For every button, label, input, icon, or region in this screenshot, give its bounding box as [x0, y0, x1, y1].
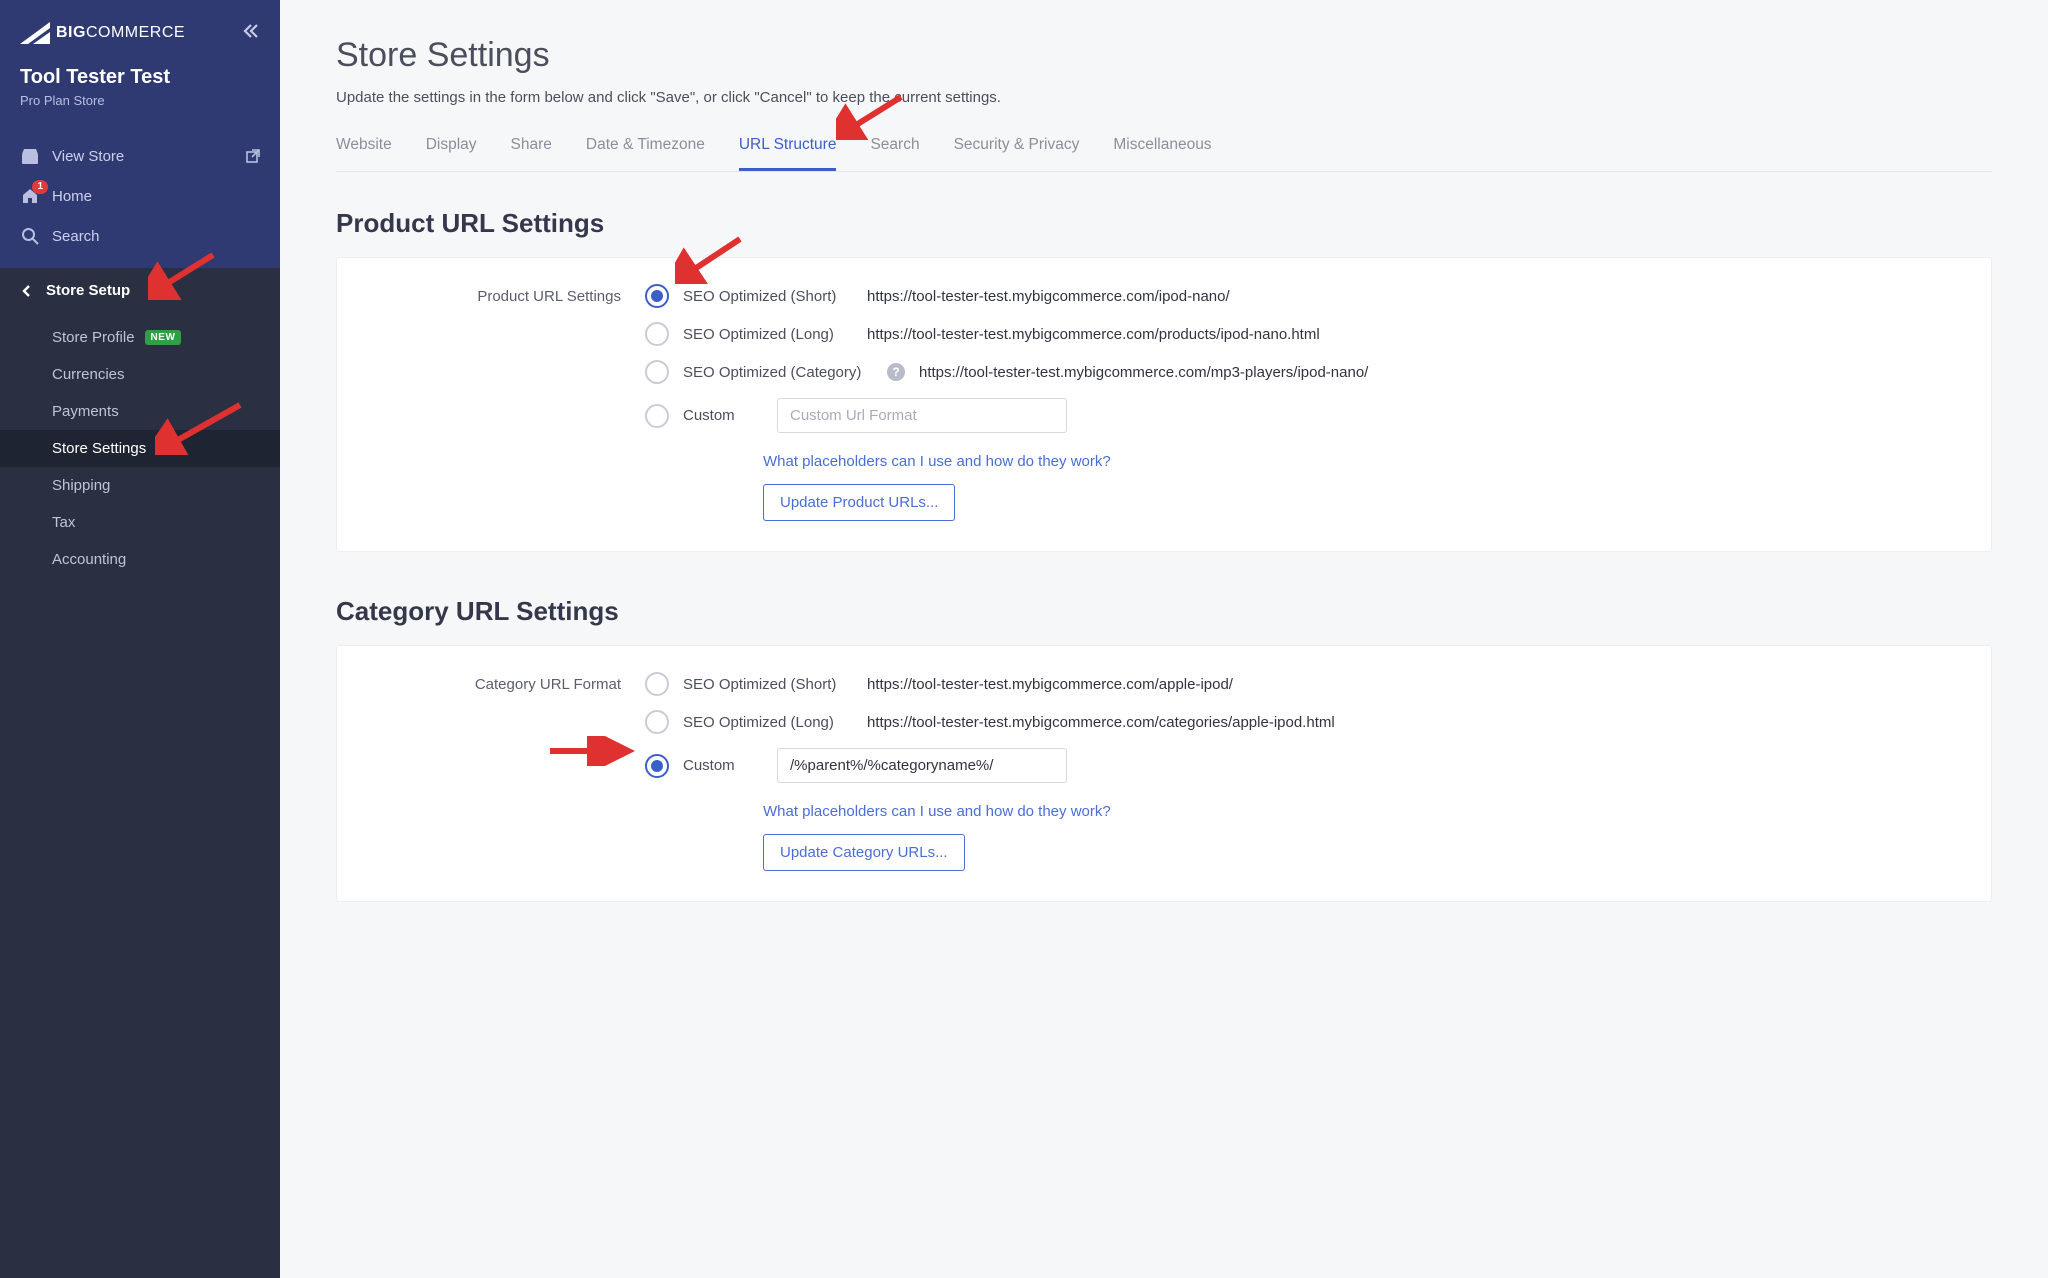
tax-label: Tax [52, 514, 75, 531]
radio-cat-seo-short[interactable] [645, 672, 669, 696]
category-url-long-example: https://tool-tester-test.mybigcommerce.c… [867, 714, 1335, 731]
category-url-panel: Category URL Format SEO Optimized (Short… [336, 645, 1992, 902]
logo-icon [20, 22, 50, 44]
primary-links: View Store 1 Home Search [0, 126, 280, 268]
home-label: Home [52, 188, 92, 205]
radio-seo-category[interactable] [645, 360, 669, 384]
store-settings-label: Store Settings [52, 440, 146, 457]
category-url-option-custom: Custom [645, 748, 1963, 783]
radio-custom[interactable] [645, 404, 669, 428]
main-content: Store Settings Update the settings in th… [280, 0, 2048, 1278]
tab-search[interactable]: Search [870, 136, 919, 171]
sidebar-item-currencies[interactable]: Currencies [0, 356, 280, 393]
tab-miscellaneous[interactable]: Miscellaneous [1113, 136, 1211, 171]
settings-tabs: Website Display Share Date & Timezone UR… [336, 136, 1992, 172]
sidebar-item-payments[interactable]: Payments [0, 393, 280, 430]
sidebar-section-store-setup[interactable]: Store Setup [0, 268, 280, 313]
chevron-left-icon [20, 284, 34, 298]
product-url-section-title: Product URL Settings [336, 208, 1992, 239]
update-category-urls-button[interactable]: Update Category URLs... [763, 834, 965, 871]
brand-area: BIGCOMMERCE Tool Tester Test Pro Plan St… [0, 0, 280, 126]
payments-label: Payments [52, 403, 119, 420]
tab-security-privacy[interactable]: Security & Privacy [954, 136, 1080, 171]
store-icon [21, 147, 39, 165]
radio-custom-label: Custom [683, 407, 743, 424]
sidebar-item-search[interactable]: Search [0, 216, 280, 256]
search-icon [21, 227, 39, 245]
category-custom-url-input[interactable] [777, 748, 1067, 783]
sidebar-item-shipping[interactable]: Shipping [0, 467, 280, 504]
radio-cat-seo-long[interactable] [645, 710, 669, 734]
brand-logo: BIGCOMMERCE [20, 22, 185, 44]
sidebar-item-store-profile[interactable]: Store Profile NEW [0, 319, 280, 356]
placeholders-help-link[interactable]: What placeholders can I use and how do t… [763, 453, 1111, 470]
sidebar-item-home[interactable]: 1 Home [0, 176, 280, 216]
product-url-long-example: https://tool-tester-test.mybigcommerce.c… [867, 326, 1320, 343]
section-head-label: Store Setup [46, 282, 130, 299]
radio-seo-long-label: SEO Optimized (Long) [683, 326, 853, 343]
product-url-option-short: SEO Optimized (Short) https://tool-teste… [645, 284, 1963, 308]
radio-cat-custom[interactable] [645, 754, 669, 778]
store-plan: Pro Plan Store [20, 93, 260, 108]
store-profile-label: Store Profile [52, 329, 135, 346]
collapse-sidebar-button[interactable] [242, 22, 260, 44]
sidebar-item-tax[interactable]: Tax [0, 504, 280, 541]
product-url-category-example: https://tool-tester-test.mybigcommerce.c… [919, 364, 1368, 381]
store-name: Tool Tester Test [20, 66, 260, 89]
accounting-label: Accounting [52, 551, 126, 568]
custom-url-format-input[interactable] [777, 398, 1067, 433]
currencies-label: Currencies [52, 366, 125, 383]
radio-seo-short[interactable] [645, 284, 669, 308]
radio-seo-long[interactable] [645, 322, 669, 346]
tab-date-timezone[interactable]: Date & Timezone [586, 136, 705, 171]
annotation-arrow-icon [675, 234, 745, 284]
sidebar-item-view-store[interactable]: View Store [0, 136, 280, 176]
help-icon[interactable]: ? [887, 363, 905, 381]
category-url-field-label: Category URL Format [365, 672, 645, 693]
product-url-option-custom: Custom [645, 398, 1963, 433]
category-url-section-title: Category URL Settings [336, 596, 1992, 627]
category-url-short-example: https://tool-tester-test.mybigcommerce.c… [867, 676, 1233, 693]
view-store-label: View Store [52, 148, 124, 165]
sidebar-item-store-settings[interactable]: Store Settings [0, 430, 280, 467]
search-label: Search [52, 228, 100, 245]
chevron-double-left-icon [242, 22, 260, 40]
tab-website[interactable]: Website [336, 136, 392, 171]
new-badge: NEW [145, 330, 182, 345]
sidebar-sub-links: Store Profile NEW Currencies Payments St… [0, 313, 280, 598]
shipping-label: Shipping [52, 477, 110, 494]
annotation-arrow-icon [545, 736, 635, 766]
update-product-urls-button[interactable]: Update Product URLs... [763, 484, 955, 521]
page-title: Store Settings [336, 36, 1992, 75]
home-badge: 1 [32, 180, 48, 194]
category-placeholders-help-link[interactable]: What placeholders can I use and how do t… [763, 803, 1111, 820]
external-link-icon [246, 149, 260, 163]
tab-url-structure[interactable]: URL Structure [739, 136, 837, 171]
brand-big: BIG [56, 24, 86, 42]
radio-cat-seo-short-label: SEO Optimized (Short) [683, 676, 853, 693]
page-subtitle: Update the settings in the form below an… [336, 89, 1992, 106]
product-url-option-category: SEO Optimized (Category) ? https://tool-… [645, 360, 1963, 384]
radio-seo-short-label: SEO Optimized (Short) [683, 288, 853, 305]
radio-seo-category-label: SEO Optimized (Category) [683, 364, 873, 381]
product-url-short-example: https://tool-tester-test.mybigcommerce.c… [867, 288, 1230, 305]
tab-share[interactable]: Share [511, 136, 552, 171]
product-url-panel: Product URL Settings SEO Optimized (Shor… [336, 257, 1992, 552]
radio-cat-seo-long-label: SEO Optimized (Long) [683, 714, 853, 731]
product-url-option-long: SEO Optimized (Long) https://tool-tester… [645, 322, 1963, 346]
sidebar-item-accounting[interactable]: Accounting [0, 541, 280, 578]
brand-commerce: COMMERCE [86, 24, 185, 42]
radio-cat-custom-label: Custom [683, 757, 743, 774]
category-url-option-long: SEO Optimized (Long) https://tool-tester… [645, 710, 1963, 734]
category-url-option-short: SEO Optimized (Short) https://tool-teste… [645, 672, 1963, 696]
tab-display[interactable]: Display [426, 136, 477, 171]
product-url-field-label: Product URL Settings [365, 284, 645, 305]
sidebar: BIGCOMMERCE Tool Tester Test Pro Plan St… [0, 0, 280, 1278]
